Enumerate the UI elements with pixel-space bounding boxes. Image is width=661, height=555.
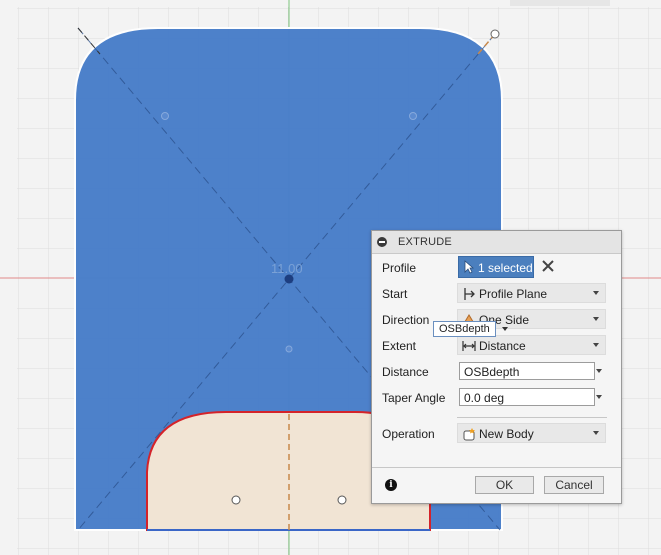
- close-icon[interactable]: [542, 260, 554, 272]
- extrude-dialog: EXTRUDE Profile 1 selected Start Profile…: [371, 230, 622, 504]
- operation-value: New Body: [479, 427, 534, 441]
- operation-dropdown[interactable]: New Body: [457, 423, 606, 443]
- chevron-down-icon[interactable]: [502, 327, 508, 331]
- cancel-button[interactable]: Cancel: [544, 476, 604, 494]
- dialog-title: EXTRUDE: [398, 236, 452, 248]
- sketch-point[interactable]: [337, 495, 347, 505]
- divider: [372, 467, 621, 468]
- profile-plane-icon: [464, 288, 475, 300]
- ok-button[interactable]: OK: [475, 476, 534, 494]
- taper-angle-value: 0.0 deg: [464, 391, 505, 405]
- floating-distance-value: OSBdepth: [439, 323, 490, 335]
- chevron-down-icon: [593, 291, 599, 295]
- taper-angle-label: Taper Angle: [382, 391, 446, 405]
- taper-angle-input[interactable]: 0.0 deg: [459, 388, 595, 406]
- distance-icon: [462, 341, 476, 351]
- distance-value: OSBdepth: [464, 365, 520, 379]
- new-body-icon: [463, 428, 475, 441]
- dialog-header[interactable]: EXTRUDE: [372, 231, 621, 254]
- start-value: Profile Plane: [479, 287, 548, 301]
- operation-label: Operation: [382, 427, 435, 441]
- start-label: Start: [382, 287, 408, 301]
- extent-label: Extent: [382, 339, 417, 353]
- chevron-down-icon: [593, 431, 599, 435]
- info-icon[interactable]: i: [385, 479, 397, 491]
- start-dropdown[interactable]: Profile Plane: [457, 283, 606, 303]
- direction-label: Direction: [382, 313, 430, 327]
- chevron-down-icon[interactable]: [596, 369, 602, 373]
- profile-select-button[interactable]: 1 selected: [458, 256, 534, 278]
- profile-label: Profile: [382, 261, 417, 275]
- extent-dropdown[interactable]: Distance: [457, 335, 606, 355]
- cursor-arrow-icon: [464, 260, 474, 274]
- extent-value: Distance: [479, 339, 526, 353]
- distance-label: Distance: [382, 365, 429, 379]
- floating-distance-input[interactable]: OSBdepth: [433, 321, 496, 337]
- distance-input[interactable]: OSBdepth: [459, 362, 595, 380]
- divider: [457, 417, 607, 418]
- chevron-down-icon: [593, 343, 599, 347]
- chevron-down-icon[interactable]: [596, 395, 602, 399]
- sketch-point[interactable]: [490, 29, 500, 39]
- profile-select-value: 1 selected: [478, 261, 533, 275]
- chevron-down-icon: [593, 317, 599, 321]
- sketch-point[interactable]: [231, 495, 241, 505]
- collapse-icon[interactable]: [377, 237, 387, 247]
- dimension-label: 11.00: [271, 261, 303, 276]
